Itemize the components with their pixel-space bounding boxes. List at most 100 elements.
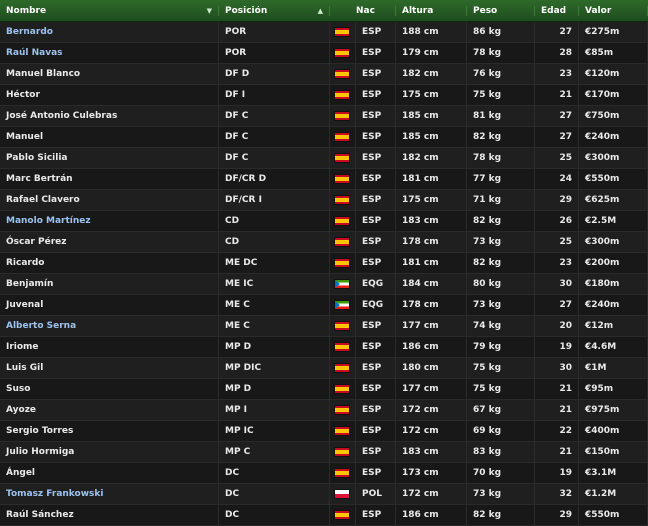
table-row[interactable]: Pablo Sicilia DF C ESP 182 cm 78 kg 25 €… bbox=[0, 148, 648, 169]
nationality-flag bbox=[330, 421, 356, 441]
table-row[interactable]: Manuel DF C ESP 185 cm 82 kg 27 €240m bbox=[0, 127, 648, 148]
player-age: 21 bbox=[535, 85, 579, 105]
player-height: 181 cm bbox=[396, 169, 467, 189]
player-position: MP DIC bbox=[219, 358, 330, 378]
table-row[interactable]: Benjamín ME IC EQG 184 cm 80 kg 30 €180m bbox=[0, 274, 648, 295]
player-name[interactable]: Manolo Martínez bbox=[0, 211, 219, 231]
player-name[interactable]: Suso bbox=[0, 379, 219, 399]
table-row[interactable]: Héctor DF I ESP 175 cm 75 kg 21 €170m bbox=[0, 85, 648, 106]
player-name[interactable]: Héctor bbox=[0, 85, 219, 105]
column-header-posicion[interactable]: Posición ▲ bbox=[219, 5, 330, 16]
table-row[interactable]: Rafael Clavero DF/CR I ESP 175 cm 71 kg … bbox=[0, 190, 648, 211]
player-value: €240m bbox=[579, 295, 648, 315]
player-value: €200m bbox=[579, 253, 648, 273]
player-position: DF I bbox=[219, 85, 330, 105]
player-name[interactable]: Óscar Pérez bbox=[0, 232, 219, 252]
player-age: 27 bbox=[535, 127, 579, 147]
table-row[interactable]: Bernardo POR ESP 188 cm 86 kg 27 €275m bbox=[0, 22, 648, 43]
table-row[interactable]: Manolo Martínez CD ESP 183 cm 82 kg 26 €… bbox=[0, 211, 648, 232]
nationality-flag bbox=[330, 148, 356, 168]
player-name[interactable]: Manuel bbox=[0, 127, 219, 147]
player-name[interactable]: Raúl Navas bbox=[0, 43, 219, 63]
player-value: €4.6M bbox=[579, 337, 648, 357]
nationality-flag bbox=[330, 295, 356, 315]
player-weight: 71 kg bbox=[467, 190, 535, 210]
player-nationality: ESP bbox=[356, 463, 396, 483]
flag-icon bbox=[334, 89, 350, 100]
player-name[interactable]: Tomasz Frankowski bbox=[0, 484, 219, 504]
player-name[interactable]: Alberto Serna bbox=[0, 316, 219, 336]
player-name[interactable]: Iriome bbox=[0, 337, 219, 357]
player-name[interactable]: Marc Bertrán bbox=[0, 169, 219, 189]
table-row[interactable]: Julio Hormiga MP C ESP 183 cm 83 kg 21 €… bbox=[0, 442, 648, 463]
table-row[interactable]: Suso MP D ESP 177 cm 75 kg 21 €95m bbox=[0, 379, 648, 400]
player-weight: 75 kg bbox=[467, 85, 535, 105]
table-row[interactable]: Luis Gil MP DIC ESP 180 cm 75 kg 30 €1M bbox=[0, 358, 648, 379]
player-age: 30 bbox=[535, 358, 579, 378]
player-name[interactable]: Ángel bbox=[0, 463, 219, 483]
table-row[interactable]: Raúl Sánchez DC ESP 186 cm 82 kg 29 €550… bbox=[0, 505, 648, 526]
player-name[interactable]: Rafael Clavero bbox=[0, 190, 219, 210]
sort-ascending-icon[interactable]: ▲ bbox=[318, 7, 323, 15]
nationality-flag bbox=[330, 127, 356, 147]
player-age: 21 bbox=[535, 400, 579, 420]
table-row[interactable]: Iriome MP D ESP 186 cm 79 kg 19 €4.6M bbox=[0, 337, 648, 358]
player-value: €750m bbox=[579, 106, 648, 126]
player-position: ME IC bbox=[219, 274, 330, 294]
table-row[interactable]: Óscar Pérez CD ESP 178 cm 73 kg 25 €300m bbox=[0, 232, 648, 253]
player-name[interactable]: José Antonio Culebras bbox=[0, 106, 219, 126]
chevron-down-icon[interactable]: ▼ bbox=[207, 7, 212, 15]
column-header-valor[interactable]: Valor bbox=[579, 5, 648, 16]
flag-icon bbox=[334, 131, 350, 142]
table-row[interactable]: Ayoze MP I ESP 172 cm 67 kg 21 €975m bbox=[0, 400, 648, 421]
player-weight: 81 kg bbox=[467, 106, 535, 126]
player-weight: 82 kg bbox=[467, 211, 535, 231]
nationality-flag bbox=[330, 22, 356, 42]
player-name[interactable]: Luis Gil bbox=[0, 358, 219, 378]
nationality-flag bbox=[330, 505, 356, 525]
player-nationality: ESP bbox=[356, 505, 396, 525]
player-position: MP I bbox=[219, 400, 330, 420]
table-row[interactable]: Juvenal ME C EQG 178 cm 73 kg 27 €240m bbox=[0, 295, 648, 316]
table-row[interactable]: Sergio Torres MP IC ESP 172 cm 69 kg 22 … bbox=[0, 421, 648, 442]
player-nationality: ESP bbox=[356, 400, 396, 420]
column-header-nombre[interactable]: Nombre ▼ bbox=[0, 5, 219, 16]
table-row[interactable]: Manuel Blanco DF D ESP 182 cm 76 kg 23 €… bbox=[0, 64, 648, 85]
player-name[interactable]: Manuel Blanco bbox=[0, 64, 219, 84]
player-name[interactable]: Ricardo bbox=[0, 253, 219, 273]
player-name[interactable]: Sergio Torres bbox=[0, 421, 219, 441]
column-header-altura[interactable]: Altura bbox=[396, 5, 467, 16]
player-nationality: ESP bbox=[356, 379, 396, 399]
player-position: CD bbox=[219, 232, 330, 252]
player-height: 172 cm bbox=[396, 484, 467, 504]
player-position: MP C bbox=[219, 442, 330, 462]
column-header-edad[interactable]: Edad bbox=[535, 5, 579, 16]
player-name[interactable]: Juvenal bbox=[0, 295, 219, 315]
column-header-valor-label: Valor bbox=[585, 5, 612, 16]
player-value: €550m bbox=[579, 169, 648, 189]
player-position: DC bbox=[219, 505, 330, 525]
player-age: 21 bbox=[535, 379, 579, 399]
table-row[interactable]: José Antonio Culebras DF C ESP 185 cm 81… bbox=[0, 106, 648, 127]
player-name[interactable]: Ayoze bbox=[0, 400, 219, 420]
player-name[interactable]: Bernardo bbox=[0, 22, 219, 42]
table-row[interactable]: Raúl Navas POR ESP 179 cm 78 kg 28 €85m bbox=[0, 43, 648, 64]
table-row[interactable]: Ricardo ME DC ESP 181 cm 82 kg 23 €200m bbox=[0, 253, 648, 274]
flag-icon bbox=[334, 467, 350, 478]
player-name[interactable]: Benjamín bbox=[0, 274, 219, 294]
table-row[interactable]: Tomasz Frankowski DC POL 172 cm 73 kg 32… bbox=[0, 484, 648, 505]
table-row[interactable]: Ángel DC ESP 173 cm 70 kg 19 €3.1M bbox=[0, 463, 648, 484]
player-age: 25 bbox=[535, 148, 579, 168]
player-weight: 69 kg bbox=[467, 421, 535, 441]
table-row[interactable]: Alberto Serna ME C ESP 177 cm 74 kg 20 €… bbox=[0, 316, 648, 337]
player-name[interactable]: Raúl Sánchez bbox=[0, 505, 219, 525]
player-value: €1.2M bbox=[579, 484, 648, 504]
player-name[interactable]: Pablo Sicilia bbox=[0, 148, 219, 168]
column-header-nac[interactable]: Nac bbox=[356, 5, 396, 16]
player-name[interactable]: Julio Hormiga bbox=[0, 442, 219, 462]
player-height: 186 cm bbox=[396, 505, 467, 525]
player-nationality: ESP bbox=[356, 337, 396, 357]
column-header-peso[interactable]: Peso bbox=[467, 5, 535, 16]
flag-icon bbox=[334, 488, 350, 499]
table-row[interactable]: Marc Bertrán DF/CR D ESP 181 cm 77 kg 24… bbox=[0, 169, 648, 190]
